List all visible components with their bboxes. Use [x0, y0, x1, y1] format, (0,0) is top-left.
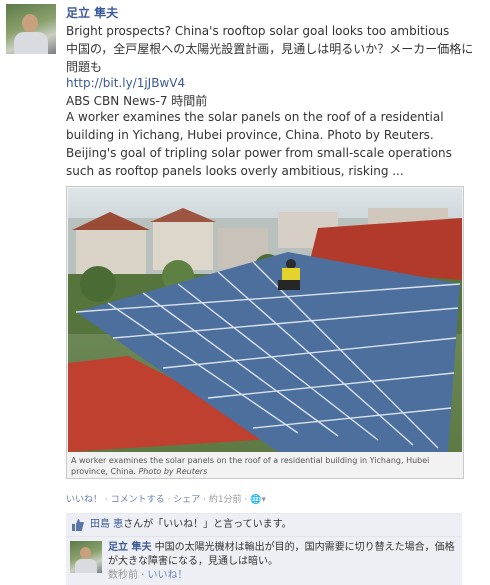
comment-text: 中国の太陽光機材は輸出が目的，国内需要に切り替えた場合，価格が大きな障害になる，… — [108, 542, 455, 567]
liker-name[interactable]: 田島 恵 — [90, 519, 123, 530]
photo-caption: A worker examines the solar panels on th… — [71, 456, 430, 476]
comment-like-link[interactable]: いいね！ — [148, 570, 188, 581]
globe-icon[interactable]: 🌐▾ — [250, 495, 266, 505]
comment-link[interactable]: コメントする — [111, 495, 165, 505]
comment-time[interactable]: 数秒前 — [108, 570, 138, 581]
solar-roof-photo[interactable] — [68, 188, 462, 452]
comment-avatar[interactable] — [70, 541, 102, 573]
photo-card[interactable]: A worker examines the solar panels on th… — [66, 186, 464, 479]
post-author[interactable]: 足立 隼夫 — [66, 4, 118, 21]
thumbs-up-icon — [72, 519, 84, 531]
post-title-en: Bright prospects? China's rooftop solar … — [66, 24, 450, 38]
author-avatar[interactable] — [6, 4, 56, 54]
post-link[interactable]: http://bit.ly/1jJBwV4 — [66, 74, 185, 92]
like-link[interactable]: いいね！ — [66, 495, 102, 505]
likes-summary: 田島 恵さんが「いいね！」と言っています。 — [66, 513, 462, 536]
post-title-ja: 中国の，全戸屋根への太陽光設置計画，見通しは明るいか？メーカー価格に問題も — [66, 42, 474, 74]
post-description: A worker examines the solar panels on th… — [66, 110, 452, 178]
post-time[interactable]: 約1分前 — [209, 495, 242, 505]
comment-item: 足立 隼夫 中国の太陽光機材は輸出が目的，国内需要に切り替えた場合，価格が大きな… — [66, 536, 462, 585]
likes-text: さんが「いいね！」と言っています。 — [123, 519, 292, 530]
comment-author[interactable]: 足立 隼夫 — [108, 542, 151, 553]
share-link[interactable]: シェア — [173, 495, 200, 505]
post-actions: いいね！ · コメントする · シェア · 約1分前 · 🌐▾ — [66, 495, 266, 505]
